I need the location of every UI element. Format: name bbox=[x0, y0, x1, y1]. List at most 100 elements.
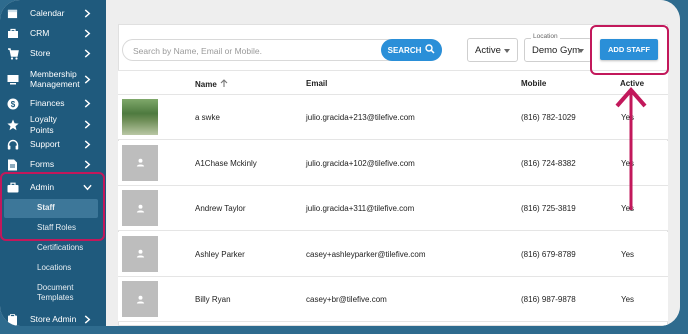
cell-email: julio.gracida+102@tilefive.com bbox=[306, 158, 415, 168]
search-icon bbox=[425, 44, 435, 56]
location-select[interactable]: Location Demo Gym bbox=[524, 33, 592, 62]
sidebar-item-support[interactable]: Support bbox=[0, 138, 106, 151]
document-icon bbox=[6, 158, 19, 171]
person-icon bbox=[136, 158, 144, 167]
sidebar-subitem-staff[interactable]: Staff bbox=[4, 199, 98, 218]
avatar-placeholder bbox=[122, 144, 158, 181]
table-row[interactable]: Ashley Parker casey+ashleyparker@tilefive… bbox=[118, 231, 668, 277]
location-select-value: Demo Gym bbox=[532, 44, 581, 56]
column-header-email[interactable]: Email bbox=[306, 79, 327, 88]
sidebar-item-label: Loyalty Points bbox=[30, 114, 57, 135]
cell-name: A1Chase Mckinly bbox=[195, 158, 257, 168]
avatar-placeholder bbox=[122, 190, 158, 226]
chevron-right-icon bbox=[82, 140, 92, 150]
column-header-mobile[interactable]: Mobile bbox=[521, 79, 546, 88]
sidebar-item-label: CRM bbox=[30, 28, 50, 39]
add-staff-button[interactable]: ADD STAFF bbox=[600, 39, 658, 60]
sidebar: Calendar CRM Store Membership Management… bbox=[0, 0, 106, 326]
table-row[interactable]: a swke julio.gracida+213@tilefive.com (816… bbox=[118, 95, 668, 140]
chevron-right-icon bbox=[82, 29, 92, 39]
sidebar-item-forms[interactable]: Forms bbox=[0, 158, 106, 171]
sidebar-item-label: Admin bbox=[30, 182, 55, 193]
sidebar-item-finances[interactable]: $ Finances bbox=[0, 97, 106, 110]
table-row[interactable]: A1Chase Mckinly julio.gracida+102@tilefiv… bbox=[118, 140, 668, 186]
sidebar-item-label: Finances bbox=[30, 98, 65, 109]
sidebar-item-label: Support bbox=[30, 139, 60, 150]
sidebar-subitem-locations[interactable]: Locations bbox=[0, 262, 106, 275]
main-content: SEARCH Active Location Demo Gym ADD STAF… bbox=[106, 0, 680, 326]
sidebar-item-crm[interactable]: CRM bbox=[0, 27, 106, 40]
sidebar-item-admin[interactable]: Admin bbox=[0, 181, 106, 194]
table-header: Name Email Mobile Active bbox=[118, 70, 668, 95]
briefcase-icon bbox=[6, 181, 19, 194]
search-button[interactable]: SEARCH bbox=[381, 39, 442, 61]
cell-mobile: (816) 987-9878 bbox=[521, 295, 576, 304]
sidebar-item-label: Store bbox=[30, 48, 51, 59]
cell-name: Billy Ryan bbox=[195, 295, 231, 304]
status-select[interactable]: Active bbox=[467, 38, 518, 62]
person-icon bbox=[136, 249, 144, 258]
sidebar-item-label: Store Admin bbox=[30, 314, 77, 325]
cell-mobile: (816) 782-1029 bbox=[521, 113, 576, 122]
cell-name: a swke bbox=[195, 113, 220, 122]
chevron-right-icon bbox=[82, 74, 92, 84]
app-window: Calendar CRM Store Membership Management… bbox=[0, 0, 680, 326]
chevron-right-icon bbox=[82, 9, 92, 19]
chevron-right-icon bbox=[82, 49, 92, 59]
table-row[interactable]: Billy Ryan casey+br@tilefive.com (816) 987… bbox=[118, 277, 668, 322]
sidebar-item-loyalty-points[interactable]: Loyalty Points bbox=[0, 114, 106, 135]
membership-icon bbox=[6, 73, 19, 86]
sidebar-item-store-admin[interactable]: Store Admin bbox=[0, 313, 106, 326]
chevron-right-icon bbox=[82, 99, 92, 109]
location-label: Location bbox=[531, 33, 560, 40]
sort-arrow-up-icon bbox=[220, 79, 228, 90]
caret-down-icon bbox=[578, 49, 584, 53]
cell-email: casey+ashleyparker@tilefive.com bbox=[306, 249, 426, 259]
svg-text:$: $ bbox=[10, 100, 15, 109]
sidebar-item-label: Calendar bbox=[30, 8, 65, 19]
avatar-placeholder bbox=[122, 235, 158, 272]
sidebar-item-calendar[interactable]: Calendar bbox=[0, 7, 106, 20]
column-header-label: Name bbox=[195, 80, 217, 89]
cell-active: Yes bbox=[621, 249, 635, 259]
calendar-icon bbox=[6, 7, 19, 20]
search-button-label: SEARCH bbox=[387, 45, 422, 55]
arrow-up-icon bbox=[615, 86, 647, 210]
clipboard-icon bbox=[6, 313, 19, 326]
sidebar-subitem-staff-roles[interactable]: Staff Roles bbox=[0, 222, 106, 235]
cell-email: julio.gracida+311@tilefive.com bbox=[306, 204, 415, 213]
chevron-right-icon bbox=[82, 315, 92, 325]
sidebar-item-label: Forms bbox=[30, 159, 55, 170]
cell-name: Andrew Taylor bbox=[195, 204, 246, 213]
cart-icon bbox=[6, 47, 19, 60]
cell-email: casey+br@tilefive.com bbox=[306, 295, 387, 304]
sidebar-item-store[interactable]: Store bbox=[0, 47, 106, 60]
table-row[interactable]: Andrew Taylor julio.gracida+311@tilefive.… bbox=[118, 186, 668, 231]
column-header-name[interactable]: Name bbox=[195, 79, 228, 90]
search-input[interactable] bbox=[133, 44, 373, 57]
crm-icon bbox=[6, 27, 19, 40]
chevron-right-icon bbox=[82, 120, 92, 130]
sidebar-item-membership-management[interactable]: Membership Management bbox=[0, 68, 106, 90]
caret-down-icon bbox=[504, 49, 510, 53]
cell-email: julio.gracida+213@tilefive.com bbox=[306, 113, 415, 122]
chevron-right-icon bbox=[82, 160, 92, 170]
person-icon bbox=[136, 204, 144, 213]
sidebar-subitem-certifications[interactable]: Certifications bbox=[0, 242, 106, 255]
cell-mobile: (816) 679-8789 bbox=[521, 249, 576, 259]
screenshot-frame: Calendar CRM Store Membership Management… bbox=[0, 0, 688, 334]
dollar-icon: $ bbox=[6, 97, 19, 110]
cell-active: Yes bbox=[621, 295, 635, 304]
status-select-value: Active bbox=[475, 44, 501, 56]
avatar-placeholder bbox=[122, 281, 158, 317]
avatar-photo bbox=[122, 99, 158, 135]
chevron-down-icon bbox=[82, 183, 92, 193]
headset-icon bbox=[6, 138, 19, 151]
cell-name: Ashley Parker bbox=[195, 249, 245, 259]
search-bar: SEARCH bbox=[122, 39, 442, 61]
cell-mobile: (816) 725-3819 bbox=[521, 204, 576, 213]
sidebar-item-label: Membership Management bbox=[30, 68, 80, 90]
sidebar-subitem-document-templates[interactable]: Document Templates bbox=[0, 282, 106, 304]
star-icon bbox=[6, 118, 19, 131]
person-icon bbox=[136, 295, 144, 304]
